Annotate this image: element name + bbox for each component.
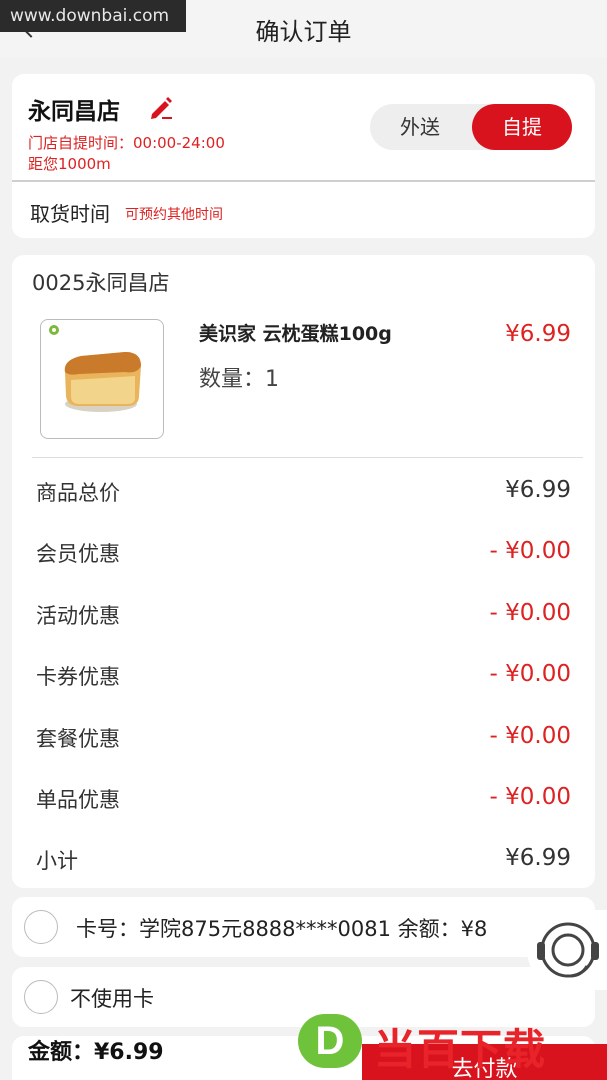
pickup-time-hint[interactable]: 可预约其他时间 xyxy=(125,204,223,224)
summary-label: 套餐优惠 xyxy=(36,727,120,751)
store-card: 永同昌店 门店自提时间：00:00-24:00 距您1000m 外送 自提 取货… xyxy=(12,74,595,238)
delivery-option-button[interactable]: 外送 xyxy=(370,104,470,150)
summary-row-combo-discount: 套餐优惠 - ¥0.00 xyxy=(36,723,571,763)
delivery-toggle: 外送 自提 xyxy=(370,104,572,150)
cake-image xyxy=(49,325,141,412)
summary-label: 会员优惠 xyxy=(36,542,120,566)
store-name: 永同昌店 xyxy=(28,99,120,125)
summary-row-activity-discount: 活动优惠 - ¥0.00 xyxy=(36,600,571,640)
summary-row-member-discount: 会员优惠 - ¥0.00 xyxy=(36,538,571,578)
summary-value: - ¥0.00 xyxy=(489,600,571,626)
member-card-text: 卡号：学院875元8888****0081 余额：¥8 xyxy=(76,917,488,941)
pencil-icon[interactable] xyxy=(148,94,174,120)
no-card-text: 不使用卡 xyxy=(70,987,154,1011)
product-price: ¥6.99 xyxy=(505,321,571,347)
summary-row-item-discount: 单品优惠 - ¥0.00 xyxy=(36,784,571,824)
no-card-radio[interactable] xyxy=(24,980,58,1014)
watermark-logo: D 当百下载 xyxy=(298,1008,607,1074)
summary-value: - ¥0.00 xyxy=(489,661,571,687)
summary-row-coupon-discount: 卡券优惠 - ¥0.00 xyxy=(36,661,571,701)
summary-label: 单品优惠 xyxy=(36,788,120,812)
pickup-option-button[interactable]: 自提 xyxy=(472,104,572,150)
divider xyxy=(32,457,583,458)
total-amount: 金额：¥6.99 xyxy=(28,1040,164,1065)
product-name: 美识家 云枕蛋糕100g xyxy=(199,323,392,345)
watermark-logo-text: 当百下载 xyxy=(374,1025,547,1074)
summary-row-total: 商品总价 ¥6.99 xyxy=(36,477,571,517)
summary-label: 活动优惠 xyxy=(36,604,120,628)
watermark-logo-icon: D xyxy=(298,1014,362,1068)
store-distance: 距您1000m xyxy=(28,155,111,173)
divider xyxy=(12,180,595,182)
summary-row-subtotal: 小计 ¥6.99 xyxy=(36,845,571,885)
summary-label: 卡券优惠 xyxy=(36,665,120,689)
shop-code: 0025永同昌店 xyxy=(32,271,170,295)
pickup-time-label[interactable]: 取货时间 xyxy=(30,198,110,227)
summary-value: - ¥0.00 xyxy=(489,784,571,810)
member-card-radio[interactable] xyxy=(24,910,58,944)
summary-value: - ¥0.00 xyxy=(489,723,571,749)
product-image[interactable] xyxy=(40,319,164,439)
summary-label: 小计 xyxy=(36,849,78,873)
store-hours: 门店自提时间：00:00-24:00 xyxy=(28,134,225,152)
member-card-option[interactable]: 卡号：学院875元8888****0081 余额：¥8 xyxy=(12,897,595,957)
customer-support-button[interactable] xyxy=(527,910,607,990)
order-card: 0025永同昌店 美识家 云枕蛋糕100g ¥6.99 数量：1 商品总价 ¥6… xyxy=(12,255,595,888)
summary-value: - ¥0.00 xyxy=(489,538,571,564)
summary-value: ¥6.99 xyxy=(505,477,571,503)
summary-label: 商品总价 xyxy=(36,481,120,505)
headset-icon xyxy=(537,922,599,978)
watermark-url: www.downbai.com xyxy=(0,0,186,32)
product-quantity: 数量：1 xyxy=(199,367,279,392)
summary-value: ¥6.99 xyxy=(505,845,571,871)
